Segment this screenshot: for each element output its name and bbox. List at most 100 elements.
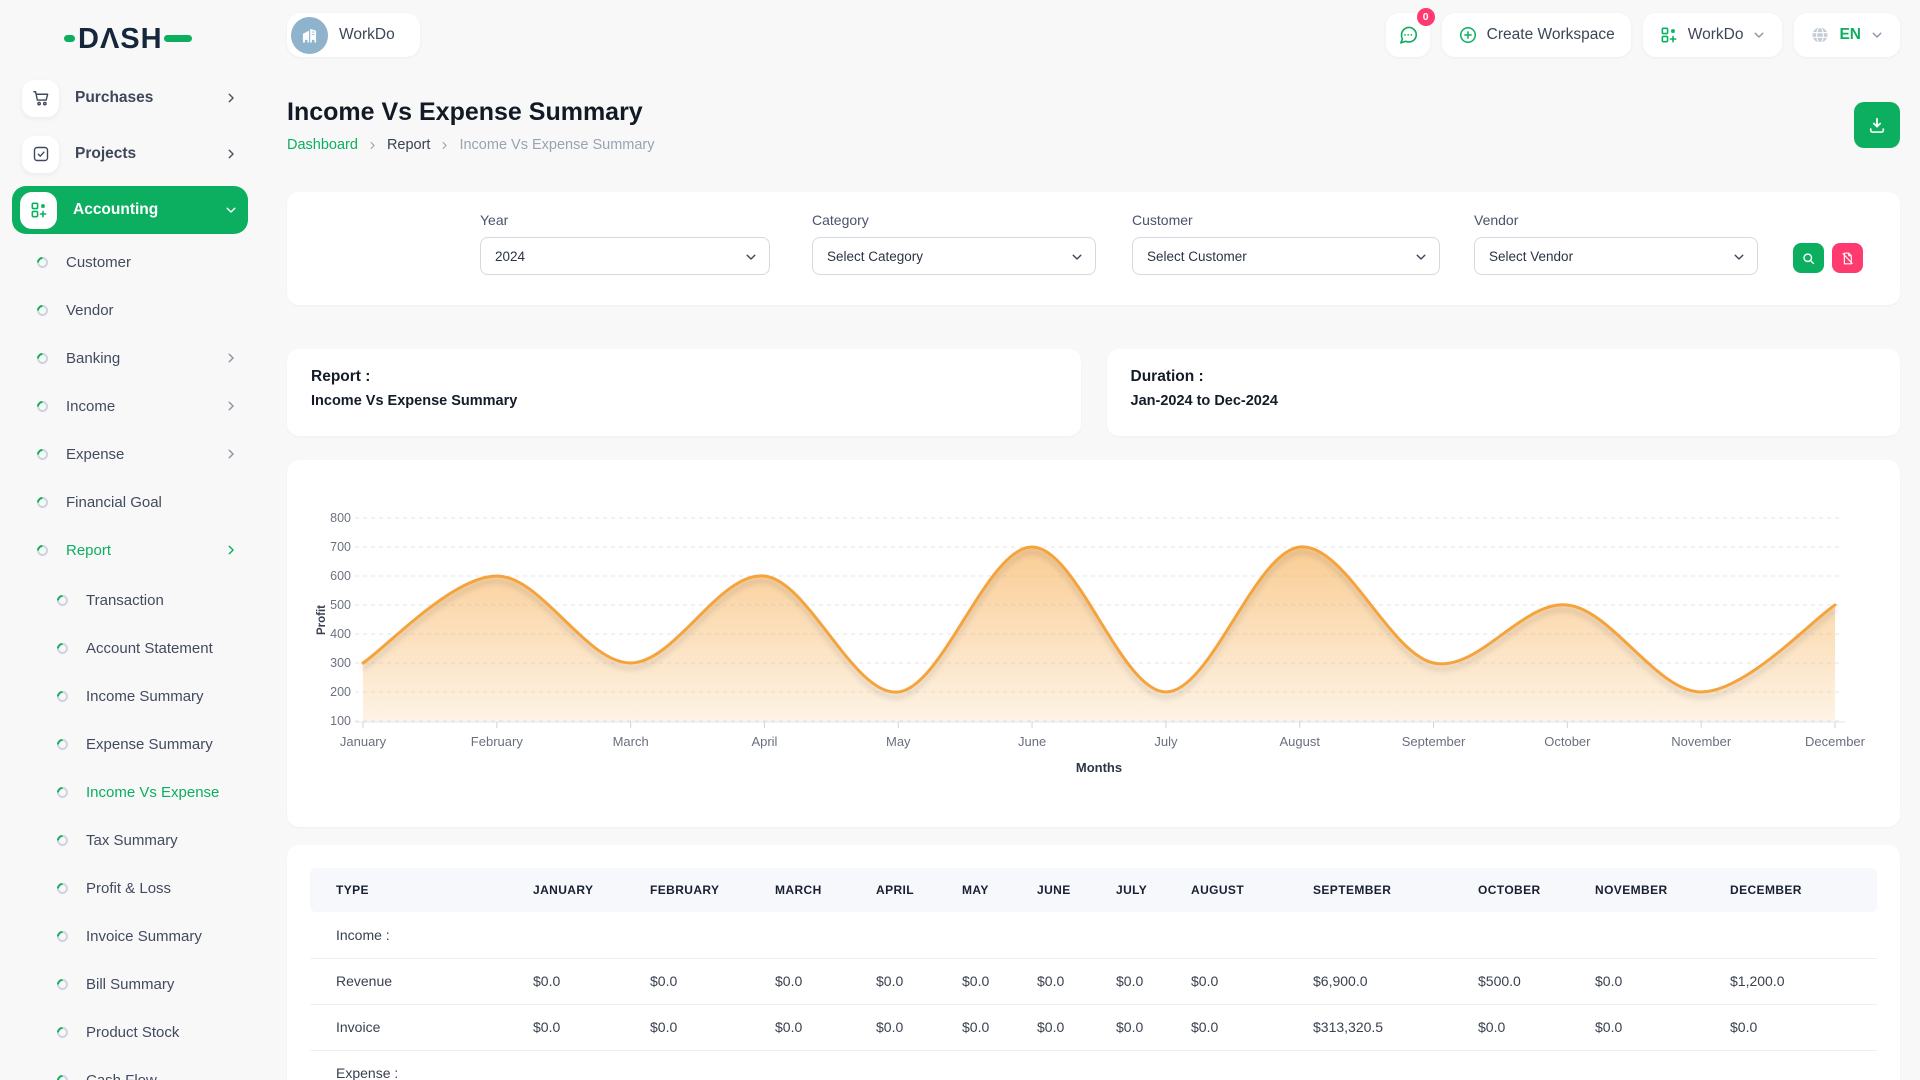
bullet-icon xyxy=(35,350,51,366)
filter-customer-select[interactable]: Select Customer xyxy=(1132,237,1440,275)
sidebar-item-income-vs-expense[interactable]: Income Vs Expense xyxy=(12,768,248,816)
main-content: Income Vs Expense Summary Dashboard Repo… xyxy=(287,84,1900,1080)
sidebar-item-label: Profit & Loss xyxy=(86,880,171,897)
sidebar-item-projects[interactable]: Projects xyxy=(12,130,248,178)
chevron-right-icon xyxy=(224,91,238,105)
column-header-april: APRIL xyxy=(876,868,962,912)
grid-plus-icon xyxy=(20,192,57,229)
cell-value: $6,900.0 xyxy=(1313,958,1478,1004)
sidebar-item-banking[interactable]: Banking xyxy=(12,334,248,382)
svg-text:200: 200 xyxy=(330,685,351,699)
cell-value: $0.0 xyxy=(1037,958,1116,1004)
sidebar-item-transaction[interactable]: Transaction xyxy=(12,576,248,624)
sidebar-item-label: Projects xyxy=(75,145,136,163)
column-header-may: MAY xyxy=(962,868,1037,912)
summary-cards: Report : Income Vs Expense Summary Durat… xyxy=(287,349,1900,436)
cell-value: $0.0 xyxy=(1595,958,1730,1004)
app-logo[interactable]: DΛSH xyxy=(64,20,194,56)
filter-label: Customer xyxy=(1132,212,1440,228)
bullet-icon xyxy=(35,398,51,414)
cell-value: $0.0 xyxy=(650,958,775,1004)
cell-value: $0.0 xyxy=(1191,958,1313,1004)
report-card-label: Report : xyxy=(311,368,1057,386)
breadcrumb-current: Income Vs Expense Summary xyxy=(459,137,654,153)
sidebar-item-label: Product Stock xyxy=(86,1024,179,1041)
sidebar-item-report[interactable]: Report xyxy=(12,526,248,574)
language-label: EN xyxy=(1839,26,1861,44)
sidebar-item-purchases[interactable]: Purchases xyxy=(12,74,248,122)
cell-value: $0.0 xyxy=(1116,1004,1191,1050)
sidebar-item-profit-loss[interactable]: Profit & Loss xyxy=(12,864,248,912)
sidebar-item-label: Tax Summary xyxy=(86,832,178,849)
sidebar-item-income[interactable]: Income xyxy=(12,382,248,430)
cell-value: $0.0 xyxy=(533,958,650,1004)
sidebar-item-expense[interactable]: Expense xyxy=(12,430,248,478)
download-icon xyxy=(1867,115,1887,135)
sidebar-item-label: Cash Flow xyxy=(86,1072,157,1080)
sidebar-item-label: Income Vs Expense xyxy=(86,784,219,801)
filter-vendor-select[interactable]: Select Vendor xyxy=(1474,237,1758,275)
sidebar-item-cash-flow[interactable]: Cash Flow xyxy=(12,1056,248,1080)
chat-icon xyxy=(1397,24,1419,46)
sidebar-item-income-summary[interactable]: Income Summary xyxy=(12,672,248,720)
filter-card: Year2024CategorySelect CategoryCustomerS… xyxy=(287,192,1900,305)
cell-value: $313,320.5 xyxy=(1313,1004,1478,1050)
row-type-label: Revenue xyxy=(310,958,533,1004)
messages-badge: 0 xyxy=(1417,8,1435,26)
sidebar-item-label: Report xyxy=(66,542,111,559)
sidebar-item-expense-summary[interactable]: Expense Summary xyxy=(12,720,248,768)
workspace-switcher[interactable]: WorkDo xyxy=(287,13,420,57)
svg-text:June: June xyxy=(1018,734,1046,749)
svg-text:September: September xyxy=(1402,734,1466,749)
breadcrumb-dashboard[interactable]: Dashboard xyxy=(287,137,358,153)
chevron-right-icon xyxy=(224,543,238,557)
app-menu-button[interactable]: WorkDo xyxy=(1643,13,1783,57)
sidebar-item-customer[interactable]: Customer xyxy=(12,238,248,286)
table-row-revenue: Revenue$0.0$0.0$0.0$0.0$0.0$0.0$0.0$0.0$… xyxy=(310,958,1877,1004)
breadcrumb-report[interactable]: Report xyxy=(387,137,431,153)
create-workspace-button[interactable]: Create Workspace xyxy=(1442,13,1631,57)
sidebar-item-financial-goal[interactable]: Financial Goal xyxy=(12,478,248,526)
sidebar-item-label: Customer xyxy=(66,254,131,271)
chevron-right-icon xyxy=(224,399,238,413)
sidebar-item-tax-summary[interactable]: Tax Summary xyxy=(12,816,248,864)
column-header-august: AUGUST xyxy=(1191,868,1313,912)
column-header-january: JANUARY xyxy=(533,868,650,912)
chevron-right-icon xyxy=(439,140,450,151)
reset-button[interactable] xyxy=(1832,243,1863,273)
sidebar-item-label: Income xyxy=(66,398,115,415)
cart-icon xyxy=(22,80,59,117)
report-card: Report : Income Vs Expense Summary xyxy=(287,349,1081,436)
cell-value: $0.0 xyxy=(1116,958,1191,1004)
sidebar-item-accounting[interactable]: Accounting xyxy=(12,186,248,234)
filter-year-select[interactable]: 2024 xyxy=(480,237,770,275)
cell-value: $0.0 xyxy=(962,958,1037,1004)
chevron-down-icon xyxy=(1870,28,1884,42)
search-button[interactable] xyxy=(1793,243,1824,273)
filter-field-year: Year2024 xyxy=(480,212,770,275)
bullet-icon xyxy=(55,640,71,656)
sidebar-item-vendor[interactable]: Vendor xyxy=(12,286,248,334)
filter-fields: Year2024CategorySelect CategoryCustomerS… xyxy=(480,212,1758,275)
sidebar-item-label: Bill Summary xyxy=(86,976,174,993)
cell-value: $0.0 xyxy=(1037,1004,1116,1050)
filter-buttons xyxy=(1793,243,1863,273)
filter-category-select[interactable]: Select Category xyxy=(812,237,1096,275)
column-header-march: MARCH xyxy=(775,868,876,912)
download-button[interactable] xyxy=(1854,102,1900,148)
sidebar-item-account-statement[interactable]: Account Statement xyxy=(12,624,248,672)
sidebar-item-label: Invoice Summary xyxy=(86,928,202,945)
workspace-avatar xyxy=(291,17,328,54)
language-selector[interactable]: EN xyxy=(1794,13,1900,57)
sidebar-item-invoice-summary[interactable]: Invoice Summary xyxy=(12,912,248,960)
sidebar-item-bill-summary[interactable]: Bill Summary xyxy=(12,960,248,1008)
svg-text:October: October xyxy=(1544,734,1591,749)
chevron-down-icon xyxy=(1732,250,1746,264)
messages-button[interactable]: 0 xyxy=(1386,13,1430,57)
bullet-icon xyxy=(35,542,51,558)
sidebar-item-product-stock[interactable]: Product Stock xyxy=(12,1008,248,1056)
cell-value: $0.0 xyxy=(876,1004,962,1050)
chevron-down-icon xyxy=(1070,250,1084,264)
cell-value: $0.0 xyxy=(1595,1004,1730,1050)
sidebar-item-label: Banking xyxy=(66,350,120,367)
